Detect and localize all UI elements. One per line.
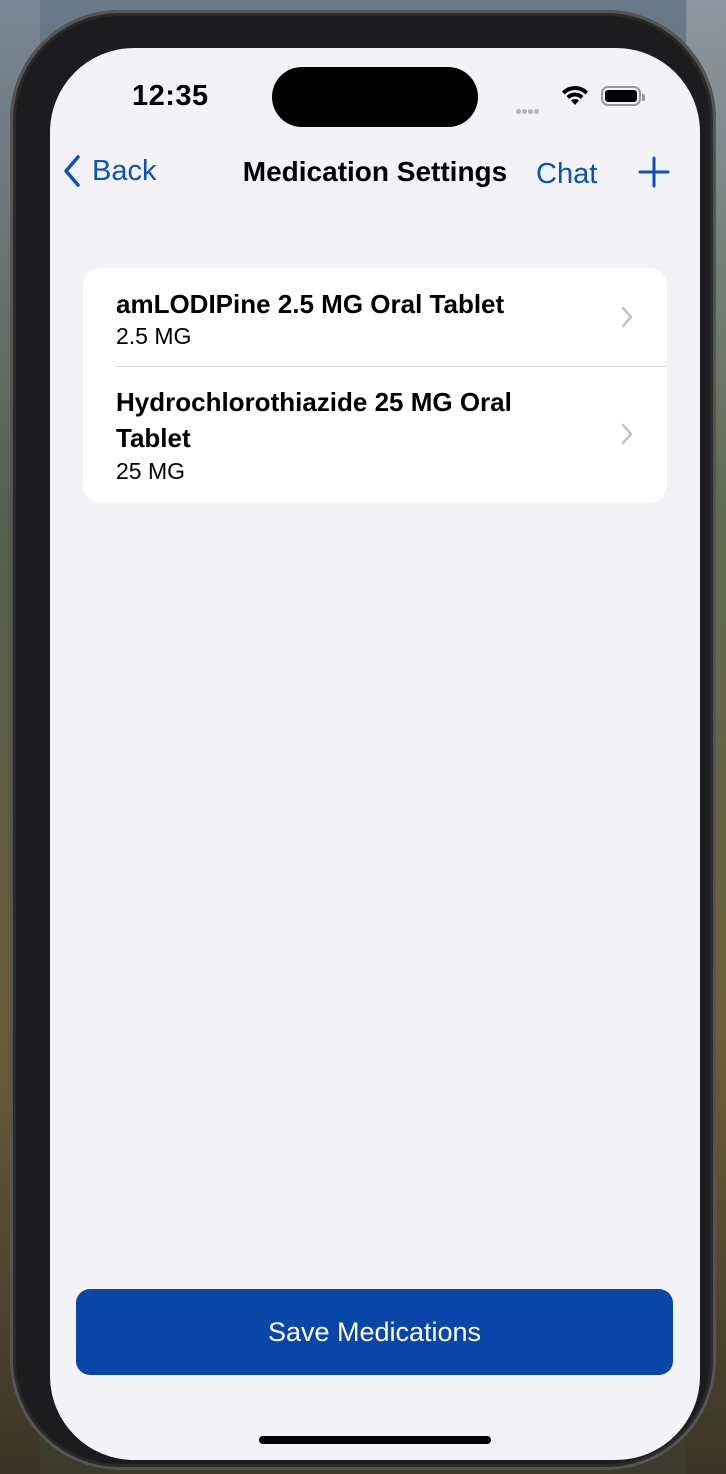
medication-name: Hydrochlorothiazide 25 MG Oral Tablet xyxy=(116,387,512,453)
status-time: 12:35 xyxy=(132,80,209,112)
cellular-signal-icon xyxy=(516,101,540,119)
home-indicator[interactable] xyxy=(259,1436,491,1444)
add-medication-button[interactable] xyxy=(638,156,670,193)
page-title-text: Medication Settings xyxy=(242,156,508,187)
screen: 12:35 Back Medication Settings Chat amLO… xyxy=(50,48,700,1460)
dynamic-island xyxy=(272,67,478,127)
chat-button[interactable]: Chat xyxy=(536,158,597,191)
medication-name: amLODIPine 2.5 MG Oral Tablet xyxy=(116,289,505,319)
medication-row[interactable]: Hydrochlorothiazide 25 MG Oral Tablet 25… xyxy=(83,367,667,503)
page-title: Medication Settings xyxy=(50,156,700,188)
chevron-right-icon xyxy=(621,423,633,445)
phone-frame: 12:35 Back Medication Settings Chat amLO… xyxy=(10,10,716,1470)
plus-icon xyxy=(638,156,670,188)
navigation-bar: Back Medication Settings Chat xyxy=(50,148,700,198)
medication-row[interactable]: amLODIPine 2.5 MG Oral Tablet 2.5 MG xyxy=(83,268,667,366)
medication-list: amLODIPine 2.5 MG Oral Tablet 2.5 MG Hyd… xyxy=(83,268,667,503)
wifi-icon xyxy=(560,83,590,112)
medication-dose: 2.5 MG xyxy=(116,323,192,349)
chevron-right-icon xyxy=(621,306,633,328)
medication-dose: 25 MG xyxy=(116,458,186,484)
battery-icon xyxy=(601,86,645,106)
save-medications-button[interactable]: Save Medications xyxy=(76,1289,673,1375)
